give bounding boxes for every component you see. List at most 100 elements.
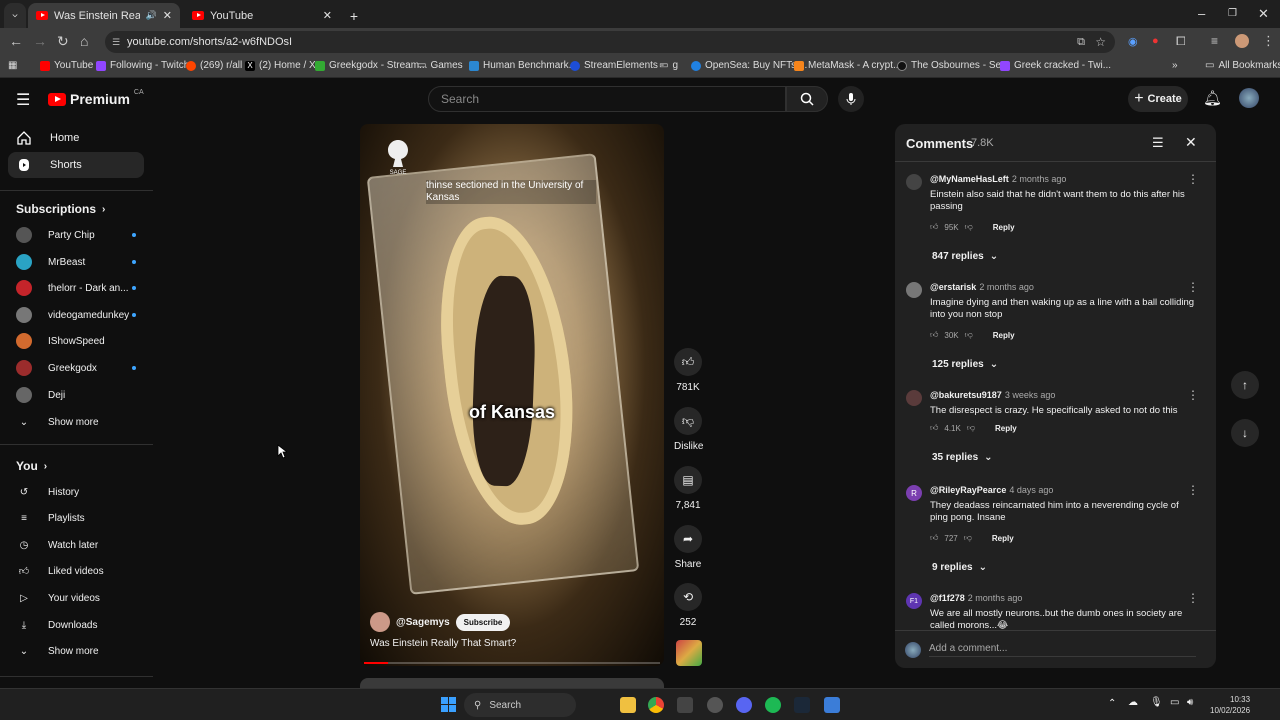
microphone-tray-icon[interactable]: 🎙︎ <box>1150 697 1163 708</box>
channel-name[interactable]: @Sagemys <box>396 617 450 628</box>
sidebar-item-shorts[interactable]: Shorts <box>8 152 144 178</box>
add-comment-input[interactable]: Add a comment... <box>929 643 1196 657</box>
thumbs-down-icon[interactable]: 👎︎ <box>964 533 972 543</box>
sidebar-item-playlists[interactable]: ≡ Playlists <box>16 508 136 528</box>
comment-avatar[interactable]: R <box>906 485 922 501</box>
reply-button[interactable]: Reply <box>995 424 1017 433</box>
voice-search-button[interactable] <box>838 86 864 112</box>
bookmark-folder[interactable]: ▭ Games <box>417 60 463 71</box>
browser-menu-icon[interactable]: ⋮ <box>1262 33 1275 49</box>
comment-avatar[interactable] <box>906 390 922 406</box>
video-title[interactable]: Was Einstein Really That Smart? <box>370 638 516 649</box>
share-button[interactable]: ➦ <box>674 525 702 553</box>
account-avatar[interactable] <box>1239 88 1259 108</box>
comment-author[interactable]: @RileyRayPearce 4 days ago <box>930 485 1053 495</box>
sound-thumbnail[interactable] <box>676 640 702 666</box>
subscribe-button[interactable]: Subscribe <box>455 613 511 631</box>
subscription-item[interactable]: MrBeast <box>16 252 136 272</box>
comment-author[interactable]: @f1f278 2 months ago <box>930 593 1022 603</box>
tab-search-button[interactable] <box>4 3 26 28</box>
all-bookmarks[interactable]: ▭ All Bookmarks <box>1205 60 1280 71</box>
restore-icon[interactable]: ❐ <box>1228 8 1237 19</box>
thumbs-down-icon[interactable]: 👎︎ <box>965 222 973 232</box>
search-button[interactable] <box>786 86 828 112</box>
reply-button[interactable]: Reply <box>993 223 1015 232</box>
comment-author[interactable]: @bakuretsu9187 3 weeks ago <box>930 390 1055 400</box>
reading-list-icon[interactable]: ≡ <box>1211 34 1218 48</box>
browser-tab[interactable]: YouTube ✕ <box>184 3 340 28</box>
channel-avatar[interactable] <box>370 612 390 632</box>
extension-icon[interactable]: ◉ <box>1128 35 1138 48</box>
window-close-icon[interactable]: ✕ <box>1258 6 1269 22</box>
notifications-bell-icon[interactable]: 🔔︎ <box>1203 89 1222 107</box>
comment-author[interactable]: @erstarisk 2 months ago <box>930 282 1034 292</box>
more-bookmarks-icon[interactable]: » <box>1172 60 1178 71</box>
comments-button[interactable]: ▤ <box>674 466 702 494</box>
url-field[interactable]: ☰ youtube.com/shorts/a2-w6fNDOsI ⧉ ☆ <box>105 31 1115 53</box>
reply-button[interactable]: Reply <box>992 534 1014 543</box>
replies-toggle[interactable]: 125 replies ⌄ <box>932 359 998 370</box>
thumbs-up-icon[interactable]: 👍︎ <box>930 222 938 232</box>
next-short-button[interactable]: ↓ <box>1231 419 1259 447</box>
comment-menu-icon[interactable]: ⋮ <box>1187 388 1199 402</box>
comment-menu-icon[interactable]: ⋮ <box>1187 172 1199 186</box>
sidebar-item-your-videos[interactable]: ▷ Your videos <box>16 588 136 608</box>
reply-button[interactable]: Reply <box>993 331 1015 340</box>
subscription-item[interactable]: Greekgodx <box>16 358 136 378</box>
extensions-puzzle-icon[interactable]: ⧠ <box>1176 34 1186 49</box>
install-app-icon[interactable]: ⧉ <box>1077 36 1085 49</box>
subscription-item[interactable]: IShowSpeed <box>16 331 136 351</box>
bookmark[interactable]: Greek cracked - Twi... <box>1000 60 1111 71</box>
app-icon[interactable] <box>824 697 840 713</box>
subscription-item[interactable]: Party Chip <box>16 225 136 245</box>
bookmark[interactable]: The Osbournes - Se... <box>897 60 1009 71</box>
home-browser-icon[interactable]: ⌂ <box>80 33 88 49</box>
bookmark[interactable]: MetaMask - A crypt... <box>794 60 901 71</box>
steam-icon[interactable] <box>794 697 810 713</box>
profile-avatar[interactable] <box>1235 34 1249 48</box>
menu-hamburger-icon[interactable]: ☰ <box>16 90 30 110</box>
app-icon[interactable] <box>707 697 723 713</box>
minimize-icon[interactable]: – <box>1198 6 1205 21</box>
like-button[interactable]: 👍︎ <box>674 348 702 376</box>
comment-avatar[interactable] <box>906 174 922 190</box>
comment-avatar[interactable]: F1 <box>906 593 922 609</box>
cloud-icon[interactable]: ☁ <box>1128 697 1138 708</box>
file-explorer-icon[interactable] <box>620 697 636 713</box>
thumbs-up-icon[interactable]: 👍︎ <box>930 423 938 433</box>
sidebar-item-history[interactable]: ↺ History <box>16 482 136 502</box>
youtube-logo[interactable]: Premium CA <box>48 89 144 107</box>
remix-button[interactable]: ⟲ <box>674 583 702 611</box>
bookmark-folder[interactable]: ▭ g <box>659 60 678 71</box>
short-video-player[interactable]: SAGE thinse sectioned in the University … <box>360 124 664 666</box>
windows-start-icon[interactable] <box>441 697 456 712</box>
clock[interactable]: 10:33 10/02/2026 <box>1210 694 1250 716</box>
create-button[interactable]: + Create <box>1128 86 1188 112</box>
bookmark-star-icon[interactable]: ☆ <box>1095 35 1106 49</box>
discord-icon[interactable] <box>736 697 752 713</box>
bookmark[interactable]: Greekgodx - Stream... <box>315 60 427 71</box>
sort-icon[interactable]: ☰ <box>1152 135 1164 151</box>
thumbs-down-icon[interactable]: 👎︎ <box>967 423 975 433</box>
subscription-item[interactable]: Deji <box>16 385 136 405</box>
thumbs-up-icon[interactable]: 👍︎ <box>930 330 938 340</box>
bookmark[interactable]: (269) r/all <box>186 60 242 71</box>
bookmark[interactable]: Following - Twitch <box>96 60 189 71</box>
apps-grid-icon[interactable]: ▦ <box>8 60 17 71</box>
show-more-subscriptions[interactable]: ⌄ Show more <box>16 412 136 432</box>
replies-toggle[interactable]: 847 replies ⌄ <box>932 251 998 262</box>
subscription-item[interactable]: thelorr - Dark an... <box>16 278 136 298</box>
bookmark[interactable]: OpenSea: Buy NFTs,... <box>691 60 807 71</box>
taskbar-search[interactable]: ⚲ Search <box>464 693 576 717</box>
tab-close-icon[interactable]: ✕ <box>323 9 332 22</box>
show-more-you[interactable]: ⌄ Show more <box>16 641 136 661</box>
previous-short-button[interactable]: ↑ <box>1231 371 1259 399</box>
subscription-item[interactable]: videogamedunkey <box>16 305 136 325</box>
tab-close-icon[interactable]: ✕ <box>163 9 172 22</box>
tray-chevron-icon[interactable]: ⌃ <box>1108 698 1116 709</box>
sidebar-item-downloads[interactable]: ⤓ Downloads <box>16 615 136 635</box>
bookmark[interactable]: StreamElements - <box>570 60 664 71</box>
thumbs-up-icon[interactable]: 👍︎ <box>930 533 938 543</box>
volume-icon[interactable]: 🔊︎ <box>1187 697 1193 708</box>
search-input[interactable]: Search <box>428 86 786 112</box>
